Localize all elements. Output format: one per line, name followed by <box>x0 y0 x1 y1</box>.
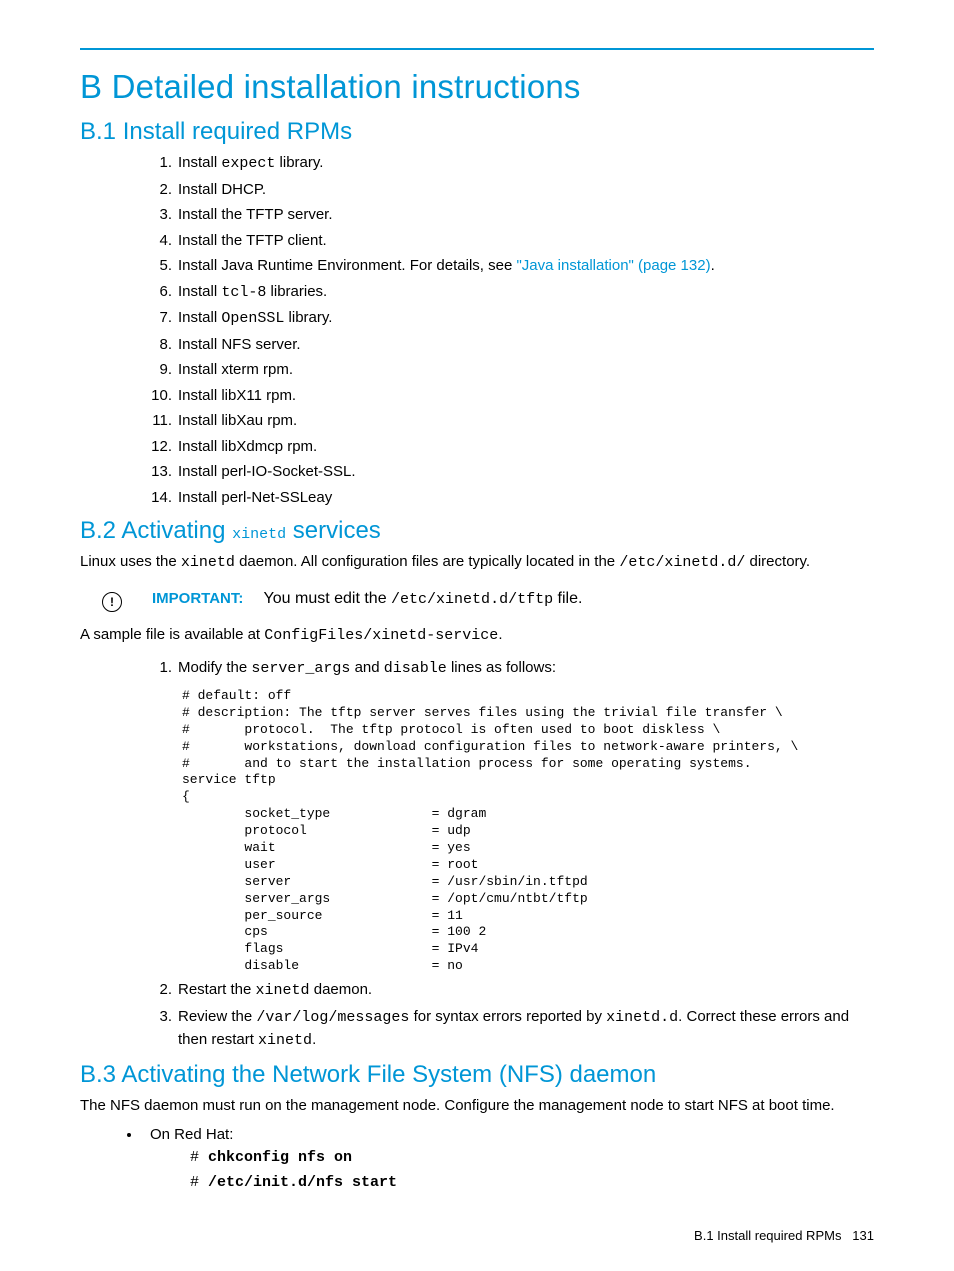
b2-sample-note: A sample file is available at ConfigFile… <box>80 624 874 647</box>
list-item: Install OpenSSL library. <box>150 307 874 331</box>
list-item: Install xterm rpm. <box>150 359 874 382</box>
code-fragment: server_args <box>251 660 350 677</box>
text-fragment: and <box>350 659 383 676</box>
list-item: Install perl-IO-Socket-SSL. <box>150 461 874 484</box>
footer-section-label: B.1 Install required RPMs <box>694 1228 841 1243</box>
text-fragment: daemon. All configuration files are typi… <box>235 553 619 570</box>
text-fragment: Install the TFTP server. <box>178 206 333 223</box>
list-item: Install the TFTP server. <box>150 204 874 227</box>
text-fragment: Install libXau rpm. <box>178 412 297 429</box>
list-item: On Red Hat: # chkconfig nfs on # /etc/in… <box>142 1126 874 1191</box>
text-fragment: . <box>711 257 715 274</box>
command-text: chkconfig nfs on <box>208 1149 352 1166</box>
important-body: IMPORTANT: You must edit the /etc/xinetd… <box>152 590 582 608</box>
section-b2-heading: B.2 Activating xinetd services <box>80 517 874 545</box>
code-fragment: xinetd <box>232 526 286 543</box>
text-fragment: Install perl-Net-SSLeay <box>178 489 332 506</box>
list-item: Restart the xinetd daemon. <box>150 979 874 1003</box>
text-fragment: Install perl-IO-Socket-SSL. <box>178 463 356 480</box>
command-line: # chkconfig nfs on <box>190 1149 874 1166</box>
text-fragment: On Red Hat: <box>150 1126 233 1143</box>
section-b3-heading: B.3 Activating the Network File System (… <box>80 1061 874 1089</box>
text-fragment: library. <box>275 154 323 171</box>
text-fragment: Modify the <box>178 659 251 676</box>
code-fragment: /var/log/messages <box>256 1009 409 1026</box>
code-fragment: /etc/xinetd.d/ <box>619 554 745 571</box>
text-fragment: Install libXdmcp rpm. <box>178 438 317 455</box>
text-fragment: A sample file is available at <box>80 626 264 643</box>
text-fragment: libraries. <box>266 283 327 300</box>
command-block: # chkconfig nfs on # /etc/init.d/nfs sta… <box>190 1149 874 1191</box>
list-item: Install tcl-8 libraries. <box>150 281 874 305</box>
list-item: Install DHCP. <box>150 179 874 202</box>
important-label: IMPORTANT: <box>152 590 243 607</box>
text-fragment: Linux uses the <box>80 553 181 570</box>
appendix-title: B Detailed installation instructions <box>80 68 874 106</box>
text-fragment: Install <box>178 283 221 300</box>
code-fragment: expect <box>221 155 275 172</box>
important-icon: ! <box>102 592 122 612</box>
list-item: Install the TFTP client. <box>150 230 874 253</box>
text-fragment: Install the TFTP client. <box>178 232 327 249</box>
list-item: Install NFS server. <box>150 334 874 357</box>
code-fragment: OpenSSL <box>221 310 284 327</box>
text-fragment: Install NFS server. <box>178 336 301 353</box>
text-fragment: Restart the <box>178 981 256 998</box>
text-fragment: for syntax errors reported by <box>409 1008 606 1025</box>
list-item: Install Java Runtime Environment. For de… <box>150 255 874 278</box>
text-fragment: . <box>312 1031 316 1048</box>
page-container: B Detailed installation instructions B.1… <box>0 0 954 1271</box>
page-footer: B.1 Install required RPMs 131 <box>694 1228 874 1243</box>
text-fragment: daemon. <box>310 981 373 998</box>
b3-bullets: On Red Hat: # chkconfig nfs on # /etc/in… <box>80 1126 874 1191</box>
prompt: # <box>190 1174 208 1191</box>
text-fragment: file. <box>553 590 582 607</box>
text-fragment: Install DHCP. <box>178 181 266 198</box>
text-fragment: You must edit the <box>264 590 392 607</box>
text-fragment: directory. <box>745 553 810 570</box>
list-item: Install libXdmcp rpm. <box>150 436 874 459</box>
text-fragment: . <box>498 626 502 643</box>
code-fragment: xinetd <box>256 982 310 999</box>
cross-reference-link[interactable]: "Java installation" (page 132) <box>516 257 710 274</box>
text-fragment: Install Java Runtime Environment. For de… <box>178 257 516 274</box>
text-fragment: Install <box>178 154 221 171</box>
section-b1-heading: B.1 Install required RPMs <box>80 118 874 146</box>
command-text: /etc/init.d/nfs start <box>208 1174 397 1191</box>
list-item: Modify the server_args and disable lines… <box>150 657 874 681</box>
text-fragment: Install libX11 rpm. <box>178 387 296 404</box>
b2-intro: Linux uses the xinetd daemon. All config… <box>80 551 874 574</box>
code-fragment: /etc/xinetd.d/tftp <box>391 591 553 608</box>
prompt: # <box>190 1149 208 1166</box>
code-fragment: xinetd <box>258 1032 312 1049</box>
command-line: # /etc/init.d/nfs start <box>190 1174 874 1191</box>
text-fragment: Install <box>178 309 221 326</box>
list-item: Install expect library. <box>150 152 874 176</box>
code-fragment: disable <box>384 660 447 677</box>
text-fragment: library. <box>284 309 332 326</box>
text-fragment: lines as follows: <box>447 659 556 676</box>
text-fragment: B.2 Activating <box>80 517 232 544</box>
top-rule <box>80 48 874 50</box>
code-fragment: tcl-8 <box>221 284 266 301</box>
important-callout: ! IMPORTANT: You must edit the /etc/xine… <box>80 590 874 612</box>
xinetd-config-code: # default: off # description: The tftp s… <box>182 688 874 975</box>
footer-page-number: 131 <box>852 1228 874 1243</box>
b2-steps: Modify the server_args and disable lines… <box>80 657 874 681</box>
b2-steps-cont: Restart the xinetd daemon. Review the /v… <box>80 979 874 1053</box>
text-fragment: Review the <box>178 1008 256 1025</box>
list-item: Install perl-Net-SSLeay <box>150 487 874 510</box>
rpm-install-list: Install expect library. Install DHCP. Inst… <box>80 152 874 509</box>
code-fragment: xinetd.d <box>606 1009 678 1026</box>
list-item: Install libXau rpm. <box>150 410 874 433</box>
b3-intro: The NFS daemon must run on the managemen… <box>80 1095 874 1117</box>
list-item: Review the /var/log/messages for syntax … <box>150 1006 874 1053</box>
text-fragment: services <box>286 517 381 544</box>
text-fragment: Install xterm rpm. <box>178 361 293 378</box>
list-item: Install libX11 rpm. <box>150 385 874 408</box>
code-fragment: ConfigFiles/xinetd-service <box>264 627 498 644</box>
code-fragment: xinetd <box>181 554 235 571</box>
